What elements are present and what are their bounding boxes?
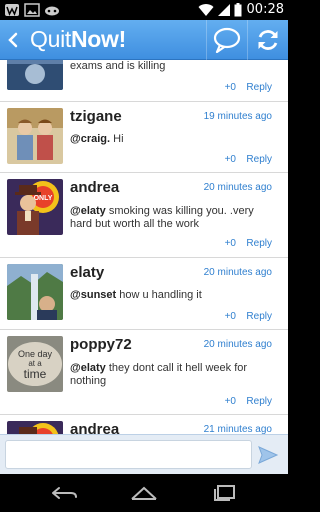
post-message: @sunset how u handling it xyxy=(70,289,202,301)
game-controller-icon xyxy=(45,6,59,16)
wifi-icon xyxy=(198,3,214,16)
vote-count[interactable]: +0 xyxy=(225,311,236,322)
post-message: @elaty smoking was killing you. .very ha… xyxy=(70,205,254,230)
post-timestamp: 19 minutes ago xyxy=(203,111,272,122)
avatar[interactable]: One day at a time xyxy=(7,336,63,392)
notification-w-icon xyxy=(5,4,19,16)
nav-home-button[interactable] xyxy=(124,480,164,506)
list-item: exams and is killing +0 Reply xyxy=(0,60,288,102)
post-username[interactable]: andrea xyxy=(70,179,119,196)
app-title-bold: Now! xyxy=(70,26,126,52)
avatar[interactable]: ONLY xyxy=(7,179,63,235)
back-chevron-icon[interactable] xyxy=(6,29,20,51)
post-timestamp: 20 minutes ago xyxy=(203,182,272,193)
reply-link[interactable]: Reply xyxy=(246,311,272,322)
app-title-light: Quit xyxy=(30,26,71,52)
home-icon xyxy=(131,486,157,500)
composer-bar xyxy=(0,434,288,474)
reply-link[interactable]: Reply xyxy=(246,154,272,165)
image-notification-icon xyxy=(24,3,40,17)
battery-icon xyxy=(234,2,242,16)
signal-icon xyxy=(217,3,230,16)
vote-count[interactable]: +0 xyxy=(225,82,236,93)
app-title[interactable]: QuitNow! xyxy=(30,26,126,53)
back-arrow-icon xyxy=(52,487,77,499)
list-item: ONLY andrea 20 minutes ago @elaty smokin… xyxy=(0,173,288,258)
avatar[interactable] xyxy=(7,108,63,164)
post-timestamp: 21 minutes ago xyxy=(203,424,272,434)
system-nav-bar xyxy=(0,474,288,512)
list-item: elaty 20 minutes ago @sunset how u handl… xyxy=(0,258,288,330)
send-icon[interactable] xyxy=(257,444,279,466)
avatar[interactable] xyxy=(7,60,63,90)
reply-link[interactable]: Reply xyxy=(246,238,272,249)
avatar[interactable] xyxy=(7,264,63,320)
post-message: @craig. Hi xyxy=(70,133,124,145)
vote-count[interactable]: +0 xyxy=(225,154,236,165)
message-feed[interactable]: exams and is killing +0 Reply tzigane 19… xyxy=(0,60,288,434)
list-item: tzigane 19 minutes ago @craig. Hi +0 Rep… xyxy=(0,102,288,173)
post-timestamp: 20 minutes ago xyxy=(203,267,272,278)
vote-count[interactable]: +0 xyxy=(225,396,236,407)
post-username[interactable]: poppy72 xyxy=(70,336,132,353)
avatar-stone-text-1: One day xyxy=(18,349,53,359)
refresh-icon xyxy=(258,30,277,50)
action-bar: QuitNow! xyxy=(0,20,288,60)
clock: 00:28 xyxy=(246,2,284,17)
avatar[interactable] xyxy=(7,421,63,434)
chat-bubble-icon xyxy=(213,27,240,53)
vote-count[interactable]: +0 xyxy=(225,238,236,249)
refresh-button[interactable] xyxy=(247,20,287,60)
post-username[interactable]: andrea xyxy=(70,421,119,434)
reply-link[interactable]: Reply xyxy=(246,82,272,93)
reply-link[interactable]: Reply xyxy=(246,396,272,407)
post-message: @elaty they dont call it hell week for n… xyxy=(70,362,248,387)
post-username[interactable]: elaty xyxy=(70,264,104,281)
post-timestamp: 20 minutes ago xyxy=(203,339,272,350)
chat-button[interactable] xyxy=(206,20,246,60)
list-item: andrea 21 minutes ago xyxy=(0,415,288,434)
status-bar: 00:28 xyxy=(0,0,288,20)
nav-back-button[interactable] xyxy=(44,480,84,506)
list-item: One day at a time poppy72 20 minutes ago… xyxy=(0,330,288,415)
recents-icon xyxy=(214,485,235,501)
avatar-candy-text: ONLY xyxy=(34,195,53,202)
nav-recents-button[interactable] xyxy=(205,480,245,506)
post-message: exams and is killing xyxy=(70,60,166,72)
message-input[interactable] xyxy=(5,440,252,469)
post-username[interactable]: tzigane xyxy=(70,108,122,125)
avatar-stone-text-3: time xyxy=(24,367,47,381)
